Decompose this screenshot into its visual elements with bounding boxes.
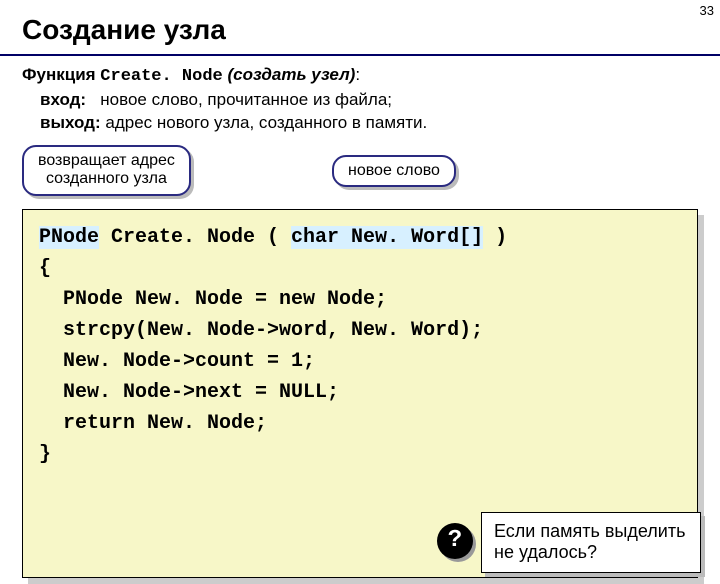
code-close-brace: } (39, 443, 51, 466)
question-note: Если память выделить не удалось? (481, 512, 701, 573)
code-sig-end: ) (483, 226, 507, 249)
title-divider (0, 54, 720, 56)
page-title: Создание узла (0, 0, 720, 54)
code-arg: char New. Word[] (291, 226, 483, 249)
code-line-2: strcpy(New. Node->word, New. Word); (39, 319, 483, 342)
output-text: адрес нового узла, созданного в памяти. (105, 113, 427, 132)
code-box: PNode Create. Node ( char New. Word[] ) … (22, 209, 698, 578)
func-name: Create. Node (100, 67, 222, 86)
func-colon: : (355, 65, 360, 84)
question-badge: ? (437, 523, 473, 559)
code-sig-mid: Create. Node ( (99, 226, 291, 249)
func-hint: (создать узел) (227, 65, 355, 84)
func-label: Функция (22, 65, 96, 84)
code-return-type: PNode (39, 226, 99, 249)
output-label: выход: (40, 113, 101, 132)
code-line-5: return New. Node; (39, 412, 267, 435)
code-line-1: PNode New. Node = new Node; (39, 288, 387, 311)
description-block: Функция Create. Node (создать узел): вхо… (0, 64, 720, 145)
callout-return-line2: созданного узла (38, 170, 175, 188)
code-open-brace: { (39, 257, 51, 280)
code-block: PNode Create. Node ( char New. Word[] ) … (22, 209, 698, 578)
page-number: 33 (700, 3, 714, 18)
input-text: новое слово, прочитанное из файла; (100, 90, 392, 109)
callout-return-line1: возвращает адрес (38, 152, 175, 170)
callout-return: возвращает адрес созданного узла (22, 145, 191, 196)
callout-row: возвращает адрес созданного узла новое с… (22, 145, 698, 205)
input-label: вход: (40, 90, 86, 109)
code-line-4: New. Node->next = NULL; (39, 381, 339, 404)
code-line-3: New. Node->count = 1; (39, 350, 315, 373)
callout-arg: новое слово (332, 155, 456, 187)
